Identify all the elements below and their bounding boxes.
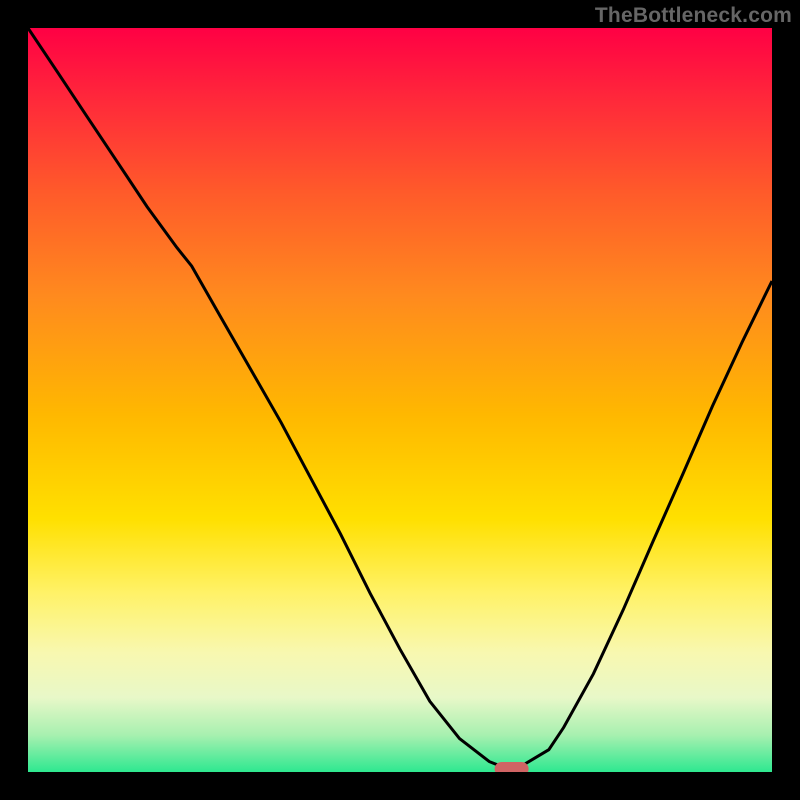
watermark-text: TheBottleneck.com xyxy=(595,4,792,28)
gradient-background xyxy=(28,28,772,772)
optimal-marker xyxy=(495,762,529,772)
plot-area xyxy=(28,28,772,772)
chart-frame: TheBottleneck.com xyxy=(0,0,800,800)
chart-svg xyxy=(28,28,772,772)
